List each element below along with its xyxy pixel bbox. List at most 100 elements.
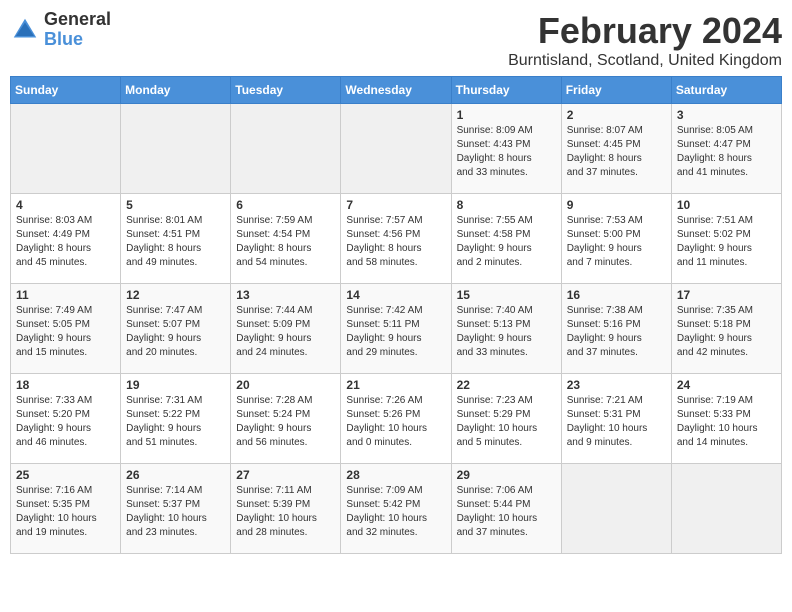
calendar-cell: 10Sunrise: 7:51 AM Sunset: 5:02 PM Dayli… (671, 194, 781, 284)
calendar-cell: 15 Sunrise: 7:40 AM Sunset: 5:13 PM Dayli… (451, 284, 561, 374)
calendar-cell: 24 Sunrise: 7:19 AM Sunset: 5:33 PM Dayli… (671, 374, 781, 464)
week-row-3: 11Sunrise: 7:49 AM Sunset: 5:05 PM Dayli… (11, 284, 782, 374)
day-info: Sunrise: 7:16 AM Sunset: 5:35 PM Dayligh… (16, 484, 115, 540)
calendar-cell: 28 Sunrise: 7:09 AM Sunset: 5:42 PM Dayli… (341, 464, 451, 554)
calendar-cell: 7 Sunrise: 7:57 AM Sunset: 4:56 PM Daylig… (341, 194, 451, 284)
header-cell-monday: Monday (121, 77, 231, 104)
day-info: Sunrise: 7:26 AM Sunset: 5:26 PM Dayligh… (346, 394, 445, 450)
day-info: Sunrise: 7:53 AM Sunset: 5:00 PM Dayligh… (567, 214, 666, 270)
calendar-cell: 13Sunrise: 7:44 AM Sunset: 5:09 PM Dayli… (231, 284, 341, 374)
day-info: Sunrise: 7:21 AM Sunset: 5:31 PM Dayligh… (567, 394, 666, 450)
day-number: 1 (457, 108, 556, 122)
day-number: 20 (236, 378, 335, 392)
day-number: 28 (346, 468, 445, 482)
day-info: Sunrise: 7:35 AM Sunset: 5:18 PM Dayligh… (677, 304, 776, 360)
day-number: 14 (346, 288, 445, 302)
calendar-cell (11, 104, 121, 194)
logo-general: General (44, 10, 111, 30)
day-number: 29 (457, 468, 556, 482)
day-number: 6 (236, 198, 335, 212)
header-row: SundayMondayTuesdayWednesdayThursdayFrid… (11, 77, 782, 104)
header-cell-saturday: Saturday (671, 77, 781, 104)
calendar-cell (121, 104, 231, 194)
day-info: Sunrise: 7:31 AM Sunset: 5:22 PM Dayligh… (126, 394, 225, 450)
day-number: 19 (126, 378, 225, 392)
calendar-cell: 18 Sunrise: 7:33 AM Sunset: 5:20 PM Dayli… (11, 374, 121, 464)
calendar-cell: 11Sunrise: 7:49 AM Sunset: 5:05 PM Dayli… (11, 284, 121, 374)
day-number: 23 (567, 378, 666, 392)
calendar-cell (341, 104, 451, 194)
calendar-cell: 17 Sunrise: 7:35 AM Sunset: 5:18 PM Dayli… (671, 284, 781, 374)
calendar-cell: 8 Sunrise: 7:55 AM Sunset: 4:58 PM Daylig… (451, 194, 561, 284)
day-info: Sunrise: 7:51 AM Sunset: 5:02 PM Dayligh… (677, 214, 776, 270)
week-row-4: 18 Sunrise: 7:33 AM Sunset: 5:20 PM Dayli… (11, 374, 782, 464)
day-number: 15 (457, 288, 556, 302)
calendar-table: SundayMondayTuesdayWednesdayThursdayFrid… (10, 76, 782, 554)
calendar-cell (671, 464, 781, 554)
header-cell-sunday: Sunday (11, 77, 121, 104)
calendar-cell: 22Sunrise: 7:23 AM Sunset: 5:29 PM Dayli… (451, 374, 561, 464)
calendar-cell: 26 Sunrise: 7:14 AM Sunset: 5:37 PM Dayli… (121, 464, 231, 554)
header: General Blue February 2024 Burntisland, … (10, 10, 782, 70)
day-number: 4 (16, 198, 115, 212)
day-number: 7 (346, 198, 445, 212)
day-number: 9 (567, 198, 666, 212)
calendar-cell: 27 Sunrise: 7:11 AM Sunset: 5:39 PM Dayli… (231, 464, 341, 554)
calendar-title: February 2024 (508, 10, 782, 52)
day-info: Sunrise: 8:03 AM Sunset: 4:49 PM Dayligh… (16, 214, 115, 270)
calendar-cell: 21 Sunrise: 7:26 AM Sunset: 5:26 PM Dayli… (341, 374, 451, 464)
calendar-cell: 19 Sunrise: 7:31 AM Sunset: 5:22 PM Dayli… (121, 374, 231, 464)
day-info: Sunrise: 8:01 AM Sunset: 4:51 PM Dayligh… (126, 214, 225, 270)
day-info: Sunrise: 7:11 AM Sunset: 5:39 PM Dayligh… (236, 484, 335, 540)
calendar-cell: 4 Sunrise: 8:03 AM Sunset: 4:49 PM Daylig… (11, 194, 121, 284)
day-info: Sunrise: 7:23 AM Sunset: 5:29 PM Dayligh… (457, 394, 556, 450)
day-number: 12 (126, 288, 225, 302)
logo: General Blue (10, 10, 111, 50)
calendar-header: SundayMondayTuesdayWednesdayThursdayFrid… (11, 77, 782, 104)
day-number: 3 (677, 108, 776, 122)
week-row-1: 1 Sunrise: 8:09 AM Sunset: 4:43 PM Daylig… (11, 104, 782, 194)
day-info: Sunrise: 7:33 AM Sunset: 5:20 PM Dayligh… (16, 394, 115, 450)
calendar-cell: 12 Sunrise: 7:47 AM Sunset: 5:07 PM Dayli… (121, 284, 231, 374)
day-number: 27 (236, 468, 335, 482)
header-cell-friday: Friday (561, 77, 671, 104)
day-number: 21 (346, 378, 445, 392)
day-info: Sunrise: 7:14 AM Sunset: 5:37 PM Dayligh… (126, 484, 225, 540)
calendar-cell: 5 Sunrise: 8:01 AM Sunset: 4:51 PM Daylig… (121, 194, 231, 284)
day-number: 25 (16, 468, 115, 482)
calendar-cell: 16Sunrise: 7:38 AM Sunset: 5:16 PM Dayli… (561, 284, 671, 374)
header-cell-wednesday: Wednesday (341, 77, 451, 104)
day-info: Sunrise: 7:06 AM Sunset: 5:44 PM Dayligh… (457, 484, 556, 540)
calendar-cell: 1 Sunrise: 8:09 AM Sunset: 4:43 PM Daylig… (451, 104, 561, 194)
day-info: Sunrise: 7:47 AM Sunset: 5:07 PM Dayligh… (126, 304, 225, 360)
day-info: Sunrise: 7:42 AM Sunset: 5:11 PM Dayligh… (346, 304, 445, 360)
day-info: Sunrise: 7:09 AM Sunset: 5:42 PM Dayligh… (346, 484, 445, 540)
logo-icon (10, 15, 40, 45)
day-number: 24 (677, 378, 776, 392)
calendar-cell: 6 Sunrise: 7:59 AM Sunset: 4:54 PM Daylig… (231, 194, 341, 284)
day-number: 18 (16, 378, 115, 392)
day-info: Sunrise: 7:19 AM Sunset: 5:33 PM Dayligh… (677, 394, 776, 450)
day-info: Sunrise: 7:55 AM Sunset: 4:58 PM Dayligh… (457, 214, 556, 270)
day-number: 11 (16, 288, 115, 302)
day-info: Sunrise: 7:28 AM Sunset: 5:24 PM Dayligh… (236, 394, 335, 450)
week-row-5: 25 Sunrise: 7:16 AM Sunset: 5:35 PM Dayli… (11, 464, 782, 554)
calendar-cell: 9 Sunrise: 7:53 AM Sunset: 5:00 PM Daylig… (561, 194, 671, 284)
calendar-cell: 25 Sunrise: 7:16 AM Sunset: 5:35 PM Dayli… (11, 464, 121, 554)
calendar-cell: 14 Sunrise: 7:42 AM Sunset: 5:11 PM Dayli… (341, 284, 451, 374)
calendar-cell: 20 Sunrise: 7:28 AM Sunset: 5:24 PM Dayli… (231, 374, 341, 464)
day-number: 26 (126, 468, 225, 482)
day-info: Sunrise: 7:38 AM Sunset: 5:16 PM Dayligh… (567, 304, 666, 360)
week-row-2: 4 Sunrise: 8:03 AM Sunset: 4:49 PM Daylig… (11, 194, 782, 284)
day-info: Sunrise: 7:57 AM Sunset: 4:56 PM Dayligh… (346, 214, 445, 270)
day-info: Sunrise: 7:59 AM Sunset: 4:54 PM Dayligh… (236, 214, 335, 270)
day-number: 8 (457, 198, 556, 212)
calendar-cell: 23 Sunrise: 7:21 AM Sunset: 5:31 PM Dayli… (561, 374, 671, 464)
day-number: 17 (677, 288, 776, 302)
day-info: Sunrise: 7:40 AM Sunset: 5:13 PM Dayligh… (457, 304, 556, 360)
logo-blue: Blue (44, 30, 111, 50)
calendar-cell: 29 Sunrise: 7:06 AM Sunset: 5:44 PM Dayli… (451, 464, 561, 554)
logo-text: General Blue (44, 10, 111, 50)
day-info: Sunrise: 8:09 AM Sunset: 4:43 PM Dayligh… (457, 124, 556, 180)
day-number: 5 (126, 198, 225, 212)
